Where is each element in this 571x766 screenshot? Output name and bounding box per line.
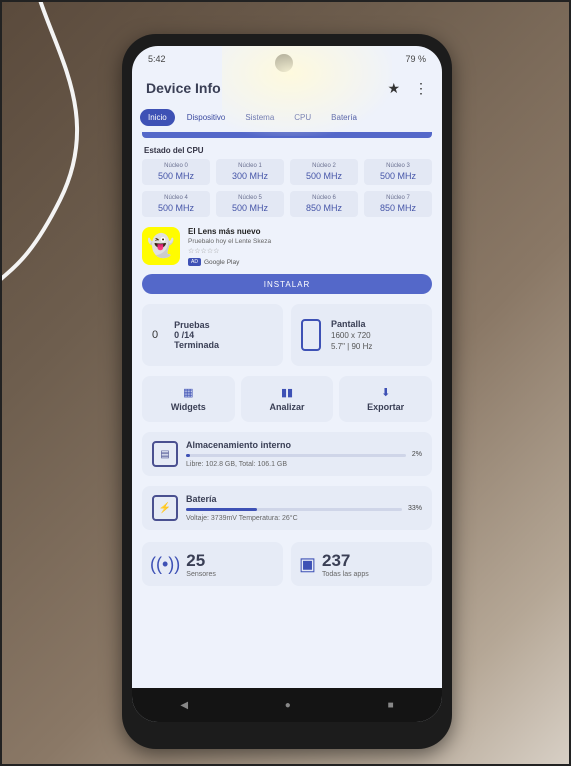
system-nav-bar: ◀ ● ■ (132, 688, 442, 722)
sensors-count: 25 (186, 550, 206, 570)
core-value: 300 MHz (231, 171, 268, 181)
cpu-section-title: Estado del CPU (144, 146, 204, 155)
storage-detail: Libre: 102.8 GB, Total: 106.1 GB (186, 461, 288, 468)
core-label: Núcleo 0 (164, 163, 188, 169)
back-icon[interactable]: ◀ (180, 700, 188, 711)
cpu-core: Núcleo 0 500 MHz (142, 159, 210, 185)
core-label: Núcleo 5 (238, 195, 262, 201)
display-card[interactable]: Pantalla 1600 x 720 5.7" | 90 Hz (291, 304, 432, 366)
tests-progress: 0 /14 (174, 330, 195, 340)
core-value: 500 MHz (157, 203, 194, 213)
tab-cpu[interactable]: CPU (286, 109, 319, 126)
cpu-core: Núcleo 3 500 MHz (364, 159, 432, 185)
chart-icon: ▮▮ (280, 387, 294, 399)
battery-panel[interactable]: ⚡ Batería Voltaje: 3739mV Temperatura: 2… (142, 486, 432, 530)
display-detail: 5.7" | 90 Hz (331, 342, 373, 351)
rating-stars-icon: ☆☆☆☆☆ (188, 248, 220, 255)
display-resolution: 1600 x 720 (331, 331, 371, 340)
storage-title: Almacenamiento interno (186, 440, 292, 450)
storage-progress-fill (186, 454, 191, 457)
battery-progress-bar (186, 508, 402, 511)
core-label: Núcleo 7 (386, 195, 410, 201)
core-label: Núcleo 2 (312, 163, 336, 169)
sensors-label: Sensores (186, 570, 216, 578)
display-title: Pantalla (331, 319, 366, 329)
battery-icon: ⚡ (152, 495, 178, 521)
snapchat-logo-icon: 👻 (142, 227, 180, 265)
app-bar: Device Info ★ ⋮ (132, 72, 442, 104)
tests-title: Pruebas (174, 320, 210, 330)
home-icon[interactable]: ● (285, 700, 291, 711)
star-icon[interactable]: ★ (387, 80, 400, 97)
phone-device: 5:42 79 % Device Info ★ ⋮ Inicio Disposi… (122, 34, 452, 749)
sensors-icon: ((•)) (150, 553, 181, 574)
battery-percent: 33% (407, 504, 422, 512)
tab-inicio[interactable]: Inicio (140, 108, 175, 126)
recents-icon[interactable]: ■ (388, 700, 394, 711)
sensors-card[interactable]: ((•)) 25 Sensores (142, 542, 283, 586)
tests-card[interactable]: 0 Pruebas 0 /14 Terminada (142, 304, 283, 366)
app-title: Device Info (146, 80, 221, 96)
cpu-core: Núcleo 1 300 MHz (216, 159, 284, 185)
tab-dispositivo[interactable]: Dispositivo (179, 109, 234, 126)
cpu-core: Núcleo 7 850 MHz (364, 191, 432, 217)
tests-count: 0 (152, 329, 159, 341)
core-value: 850 MHz (379, 203, 416, 213)
android-icon: ▣ (299, 553, 317, 574)
tab-bateria[interactable]: Batería (323, 109, 365, 126)
core-value: 850 MHz (305, 203, 342, 213)
tab-bar: Inicio Dispositivo Sistema CPU Batería (132, 104, 442, 130)
status-time: 5:42 (148, 54, 166, 64)
cpu-core: Núcleo 6 850 MHz (290, 191, 358, 217)
cpu-core-grid: Núcleo 0 500 MHz Núcleo 1 300 MHz Núcleo 2… (132, 159, 442, 217)
tab-sistema[interactable]: Sistema (237, 109, 282, 126)
widgets-label: Widgets (170, 402, 206, 412)
battery-detail: Voltaje: 3739mV Temperatura: 26°C (186, 515, 298, 522)
widgets-button[interactable]: ▦ Widgets (142, 376, 235, 422)
install-button[interactable]: INSTALAR (142, 274, 432, 294)
tests-status: Terminada (174, 340, 219, 350)
widgets-icon: ▦ (183, 387, 194, 399)
apps-label: Todas las apps (322, 570, 369, 578)
core-label: Núcleo 1 (238, 163, 262, 169)
phone-screen: 5:42 79 % Device Info ★ ⋮ Inicio Disposi… (132, 46, 442, 722)
cpu-core: Núcleo 5 500 MHz (216, 191, 284, 217)
battery-title: Batería (186, 494, 217, 504)
core-label: Núcleo 4 (164, 195, 188, 201)
storage-percent: 2% (411, 450, 422, 458)
export-label: Exportar (367, 402, 405, 412)
export-button[interactable]: ⬇ Exportar (339, 376, 433, 422)
storage-progress-bar (186, 454, 406, 457)
apps-count: 237 (322, 550, 351, 570)
ad-banner[interactable]: 👻 El Lens más nuevo Pruebalo hoy el Lent… (142, 227, 432, 266)
screen-icon (301, 319, 321, 351)
apps-card[interactable]: ▣ 237 Todas las apps (291, 542, 432, 586)
core-label: Núcleo 6 (312, 195, 336, 201)
ad-badge: AD (188, 258, 201, 266)
core-label: Núcleo 3 (386, 163, 410, 169)
core-value: 500 MHz (157, 171, 194, 181)
core-value: 500 MHz (379, 171, 416, 181)
core-value: 500 MHz (305, 171, 342, 181)
storage-panel[interactable]: ▤ Almacenamiento interno Libre: 102.8 GB… (142, 432, 432, 476)
more-icon[interactable]: ⋮ (414, 80, 428, 97)
cpu-core: Núcleo 4 500 MHz (142, 191, 210, 217)
ad-title: El Lens más nuevo (188, 227, 261, 236)
storage-icon: ▤ (152, 441, 178, 467)
download-icon: ⬇ (381, 387, 391, 399)
ad-subtitle: Pruebalo hoy el Lente Skeza (188, 238, 272, 245)
store-name: Google Play (203, 258, 240, 266)
analyze-label: Analizar (269, 402, 305, 412)
battery-progress-fill (186, 508, 258, 511)
cpu-core: Núcleo 2 500 MHz (290, 159, 358, 185)
status-right: 79 % (405, 54, 426, 64)
analyze-button[interactable]: ▮▮ Analizar (240, 376, 334, 422)
front-camera (275, 54, 293, 72)
core-value: 500 MHz (231, 203, 268, 213)
